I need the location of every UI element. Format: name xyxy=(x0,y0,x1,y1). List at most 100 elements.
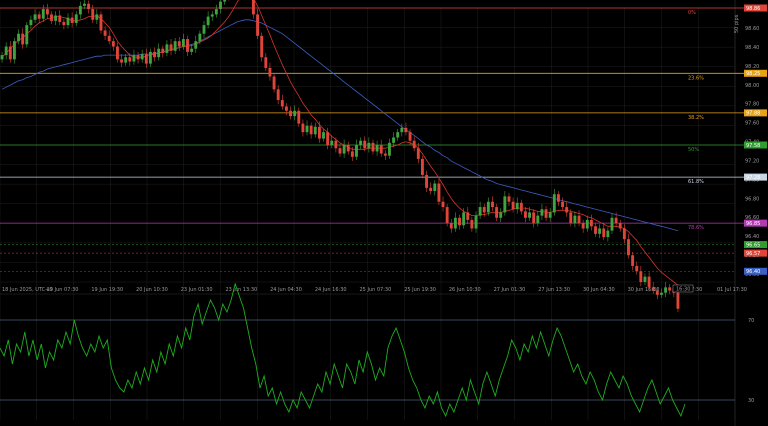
candle xyxy=(639,265,643,287)
candle-body xyxy=(116,46,119,60)
candle-body xyxy=(153,51,156,58)
tag-text: 96.57 xyxy=(746,251,760,257)
x-tick-label: 19 Jun 07:30 xyxy=(47,287,79,293)
candle-body xyxy=(272,76,276,90)
candle xyxy=(264,52,268,72)
candle-body xyxy=(144,54,148,64)
candle-body xyxy=(186,39,189,52)
candle-body xyxy=(256,14,260,36)
price-axis[interactable]: 98.6098.4098.2098.0097.8097.6097.4097.20… xyxy=(745,26,759,278)
candle-body xyxy=(50,14,53,21)
candle-body xyxy=(425,174,428,188)
candle-body xyxy=(313,126,317,135)
y-tick-label: 97.20 xyxy=(745,158,759,164)
fib-label: 0% xyxy=(688,10,696,16)
candle xyxy=(585,215,589,232)
x-tick-label: 27 Jun 13:30 xyxy=(538,287,570,293)
candle xyxy=(499,208,503,223)
candle xyxy=(120,54,124,67)
candle xyxy=(565,201,569,217)
y-tick-label: 98.00 xyxy=(745,83,759,89)
candle-body xyxy=(495,207,499,218)
candle xyxy=(74,11,78,27)
candle-body xyxy=(8,46,12,60)
candle xyxy=(449,218,453,233)
candle-body xyxy=(647,276,651,288)
candle xyxy=(660,288,663,299)
fib-label: 38.2% xyxy=(688,115,704,121)
candle-body xyxy=(375,145,379,152)
fib-label: 23.6% xyxy=(688,75,704,81)
candle xyxy=(29,15,33,30)
candle xyxy=(631,252,635,271)
candle-body xyxy=(124,57,128,63)
candle xyxy=(433,180,437,196)
candle-body xyxy=(639,271,643,282)
candle xyxy=(219,0,222,14)
fib-price-tag: 96.85 xyxy=(744,219,767,227)
candle-body xyxy=(165,44,169,53)
candle-body xyxy=(181,39,185,47)
candle-body xyxy=(598,228,602,234)
y-tick-label: 98.60 xyxy=(745,26,759,32)
candle xyxy=(367,137,371,153)
candle xyxy=(420,155,424,179)
candle xyxy=(627,233,630,259)
candle xyxy=(124,54,128,66)
candle-body xyxy=(524,211,527,218)
candle xyxy=(606,227,610,242)
candle xyxy=(58,10,62,26)
candle xyxy=(276,85,280,105)
candle-body xyxy=(173,41,177,51)
candle-body xyxy=(157,48,161,58)
candle-body xyxy=(111,41,115,47)
x-tick-label: 26 Jun 10:30 xyxy=(449,287,481,293)
candle-body xyxy=(408,132,412,141)
candle-body xyxy=(74,14,78,23)
candle-body xyxy=(618,223,622,229)
candle xyxy=(144,48,148,68)
candle-body xyxy=(297,110,301,124)
candle xyxy=(379,139,383,157)
candle-body xyxy=(342,145,346,154)
candle-body xyxy=(458,217,461,226)
candle-body xyxy=(594,226,597,234)
candle-body xyxy=(482,207,486,213)
x-tick-label: 24 Jun 16:30 xyxy=(315,287,347,293)
time-axis[interactable]: 18 Jun 2025, UTC+019 Jun 07:30 19 Jun 19:… xyxy=(2,287,747,293)
candle-body xyxy=(161,48,165,53)
candle xyxy=(342,139,346,158)
candle xyxy=(228,0,230,1)
x-tick-label: 18 Jun 2025, UTC+0 xyxy=(2,287,53,293)
candle-body xyxy=(91,9,95,20)
candle-body xyxy=(589,219,593,227)
candle-body xyxy=(87,3,91,10)
candle-body xyxy=(169,44,173,51)
candle-body xyxy=(148,51,152,64)
rsi-tick-label: 30 xyxy=(748,398,754,404)
candle-body xyxy=(346,145,350,152)
candle-body xyxy=(334,140,338,149)
candle-body xyxy=(177,41,181,47)
rsi-line xyxy=(0,282,686,418)
candle xyxy=(581,219,585,233)
candle-body xyxy=(400,127,404,133)
candle xyxy=(50,11,53,25)
candle-body xyxy=(511,201,515,210)
candle xyxy=(474,211,478,233)
candle-body xyxy=(326,132,330,145)
candle-body xyxy=(664,287,668,293)
candle xyxy=(561,197,564,211)
candle xyxy=(519,199,523,215)
candle xyxy=(268,62,272,81)
candle-body xyxy=(214,9,218,15)
candle-body xyxy=(198,33,202,42)
y-tick-label: 97.60 xyxy=(745,121,759,127)
candle xyxy=(256,9,260,40)
fib-price-tag: 97.58 xyxy=(744,141,767,149)
y-tick-label: 97.80 xyxy=(745,102,759,108)
fib-label: 78.6% xyxy=(688,225,704,231)
candle-body xyxy=(355,145,358,157)
candlestick-series xyxy=(0,0,680,312)
candle-body xyxy=(602,228,606,238)
